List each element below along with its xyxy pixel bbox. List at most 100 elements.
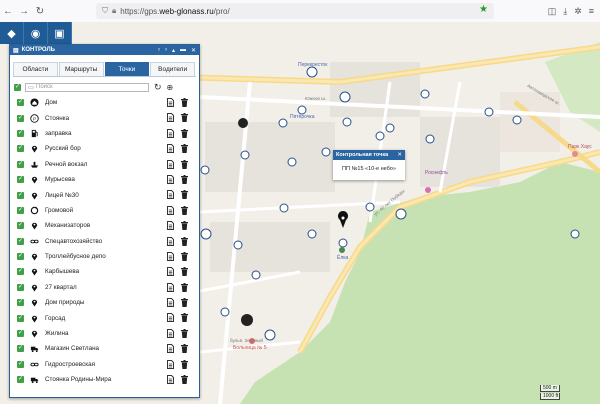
trash-icon[interactable] — [181, 359, 188, 369]
edit-document-icon[interactable] — [167, 190, 174, 200]
trash-icon[interactable] — [181, 298, 188, 308]
point-checkbox[interactable]: ✓ — [17, 129, 24, 137]
extensions-icon[interactable]: ✲ — [574, 6, 582, 17]
trash-icon[interactable] — [181, 344, 188, 354]
edit-document-icon[interactable] — [167, 128, 174, 138]
downloads-icon[interactable]: ⤓ — [563, 6, 567, 17]
point-checkbox[interactable]: ✓ — [17, 191, 24, 199]
point-checkbox[interactable]: ✓ — [17, 330, 24, 338]
menu-icon[interactable]: ≡ — [589, 6, 594, 16]
next-icon[interactable]: › — [165, 47, 167, 54]
point-row[interactable]: ✓ Спецавтохозяйство — [10, 234, 199, 249]
bookmark-star-icon[interactable]: ★ — [479, 4, 488, 15]
trash-icon[interactable] — [181, 174, 188, 184]
tab-areas[interactable]: Области — [13, 62, 58, 76]
popup-close-icon[interactable]: ✕ — [397, 152, 402, 158]
point-checkbox[interactable]: ✓ — [17, 253, 24, 261]
point-row[interactable]: ✓ Жилина — [10, 326, 199, 341]
point-row[interactable]: ✓ Троллейбусное депо — [10, 249, 199, 264]
edit-document-icon[interactable] — [167, 344, 174, 354]
select-all-checkbox[interactable]: ✓ — [14, 83, 21, 91]
minimize-icon[interactable]: ▬ — [180, 47, 186, 54]
edit-document-icon[interactable] — [167, 328, 174, 338]
point-row[interactable]: ✓ Громовой — [10, 203, 199, 218]
point-row[interactable]: ✓ Мурысева — [10, 172, 199, 187]
point-row[interactable]: ✓ Механизаторов — [10, 218, 199, 233]
edit-document-icon[interactable] — [167, 236, 174, 246]
edit-document-icon[interactable] — [167, 251, 174, 261]
point-row[interactable]: ✓ Речной вокзал — [10, 157, 199, 172]
trash-icon[interactable] — [181, 328, 188, 338]
trash-icon[interactable] — [181, 313, 188, 323]
point-checkbox[interactable]: ✓ — [17, 237, 24, 245]
back-icon[interactable]: ← — [0, 0, 16, 22]
edit-document-icon[interactable] — [167, 375, 174, 385]
edit-document-icon[interactable] — [167, 267, 174, 277]
address-bar[interactable]: ⛉ 🔒︎ https://gps.web-glonass.ru/pro/ ★ — [96, 3, 494, 19]
point-checkbox[interactable]: ✓ — [17, 176, 24, 184]
point-row[interactable]: ✓ Лицей №30 — [10, 187, 199, 202]
trash-icon[interactable] — [181, 282, 188, 292]
edit-document-icon[interactable] — [167, 113, 174, 123]
tab-drivers[interactable]: Водители — [150, 62, 195, 76]
add-point-icon[interactable]: ⊕ — [167, 83, 174, 92]
vehicle-icon[interactable]: ▣ — [48, 22, 72, 44]
prev-icon[interactable]: ‹ — [158, 47, 160, 54]
trash-icon[interactable] — [181, 128, 188, 138]
panel-header[interactable]: ▤ КОНТРОЛЬ ‹ › ▴ ▬ ✕ — [10, 45, 199, 55]
edit-document-icon[interactable] — [167, 313, 174, 323]
point-row[interactable]: ✓ Гидростроевская — [10, 357, 199, 372]
trash-icon[interactable] — [181, 251, 188, 261]
pocket-icon[interactable]: ◫ — [548, 6, 557, 17]
point-row[interactable]: ✓ Стоянка Родины-Мира — [10, 372, 199, 387]
point-row[interactable]: ✓ Дом природы — [10, 295, 199, 310]
edit-document-icon[interactable] — [167, 221, 174, 231]
trash-icon[interactable] — [181, 375, 188, 385]
edit-document-icon[interactable] — [167, 282, 174, 292]
point-row[interactable]: ✓ Магазин Светлана — [10, 341, 199, 356]
point-checkbox[interactable]: ✓ — [17, 376, 24, 384]
point-row[interactable]: ✓ Русский бор — [10, 141, 199, 156]
point-checkbox[interactable]: ✓ — [17, 160, 24, 168]
trash-icon[interactable] — [181, 190, 188, 200]
tab-routes[interactable]: Маршруты — [58, 62, 104, 76]
point-row[interactable]: ✓ P Стоянка — [10, 110, 199, 125]
reload-icon[interactable]: ↻ — [32, 0, 48, 22]
point-row[interactable]: ✓ Карбышева — [10, 264, 199, 279]
forward-icon[interactable]: → — [16, 0, 32, 22]
point-checkbox[interactable]: ✓ — [17, 114, 24, 122]
trash-icon[interactable] — [181, 98, 188, 107]
trash-icon[interactable] — [181, 267, 188, 277]
edit-document-icon[interactable] — [167, 298, 174, 308]
point-row[interactable]: ✓ Горсад — [10, 310, 199, 325]
point-checkbox[interactable]: ✓ — [17, 283, 24, 291]
trash-icon[interactable] — [181, 144, 188, 154]
edit-document-icon[interactable] — [167, 205, 174, 215]
close-icon[interactable]: ✕ — [191, 47, 196, 54]
trash-icon[interactable] — [181, 236, 188, 246]
trash-icon[interactable] — [181, 221, 188, 231]
point-checkbox[interactable]: ✓ — [17, 299, 24, 307]
tab-points[interactable]: Точки — [104, 62, 150, 76]
layers-icon[interactable]: ◆ — [0, 22, 24, 44]
point-checkbox[interactable]: ✓ — [17, 314, 24, 322]
refresh-icon[interactable]: ↻ — [154, 82, 162, 93]
search-input[interactable] — [36, 83, 136, 91]
point-checkbox[interactable]: ✓ — [17, 222, 24, 230]
point-row[interactable]: ✓ 27 квартал — [10, 280, 199, 295]
edit-document-icon[interactable] — [167, 159, 174, 169]
eye-icon[interactable]: ◉ — [24, 22, 48, 44]
trash-icon[interactable] — [181, 159, 188, 169]
point-row[interactable]: ✓ Дом — [10, 95, 199, 110]
point-checkbox[interactable]: ✓ — [17, 345, 24, 353]
point-checkbox[interactable]: ✓ — [17, 360, 24, 368]
trash-icon[interactable] — [181, 205, 188, 215]
edit-document-icon[interactable] — [167, 144, 174, 154]
point-row[interactable]: ✓ заправка — [10, 126, 199, 141]
collapse-icon[interactable]: ▴ — [172, 47, 175, 54]
edit-document-icon[interactable] — [167, 174, 174, 184]
trash-icon[interactable] — [181, 113, 188, 123]
point-checkbox[interactable]: ✓ — [17, 206, 24, 214]
point-checkbox[interactable]: ✓ — [17, 145, 24, 153]
point-checkbox[interactable]: ✓ — [17, 99, 24, 107]
